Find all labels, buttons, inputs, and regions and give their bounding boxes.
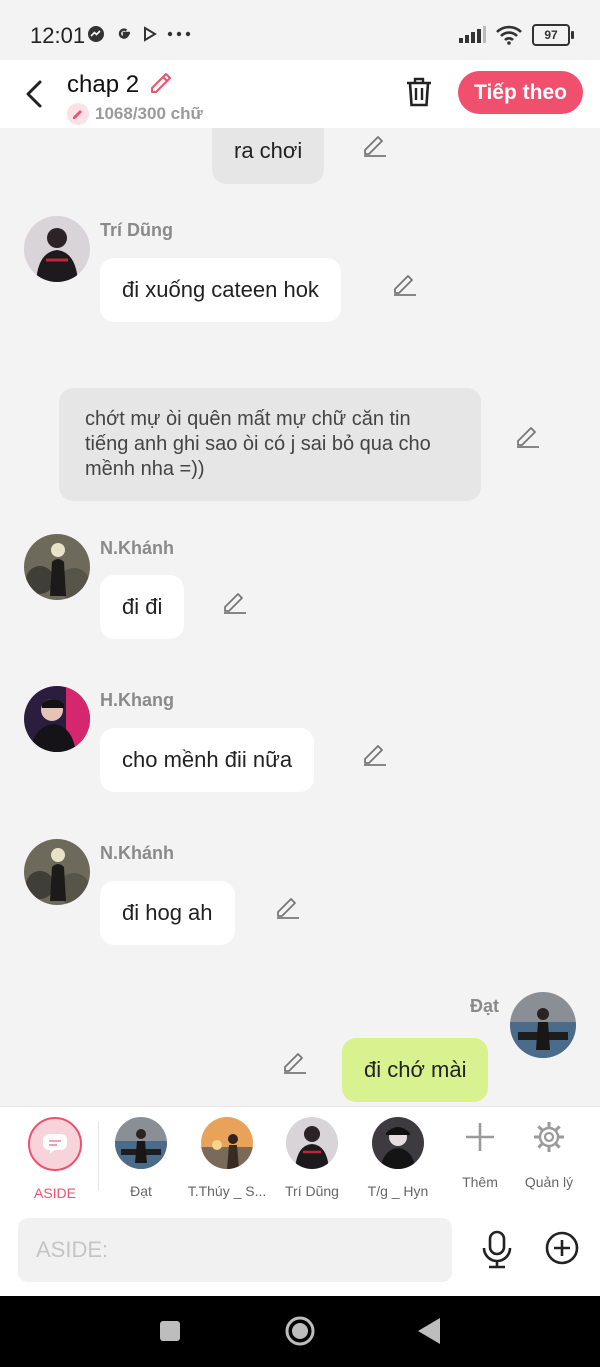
notification-icons: [87, 25, 191, 43]
sender-name: Trí Dũng: [100, 220, 173, 240]
tab-tri-dung[interactable]: Trí Dũng: [267, 1117, 357, 1199]
google-icon: [118, 28, 130, 39]
signal-icon: [459, 26, 486, 43]
battery-indicator: 97: [532, 24, 574, 46]
pencil-badge-icon: [67, 103, 89, 125]
avatar-n-khanh[interactable]: [24, 534, 90, 600]
character-selector: ASIDE Đạt T.Thúy _ S... Trí Dũng T/g _ H…: [0, 1106, 600, 1207]
home-button-icon[interactable]: [284, 1315, 316, 1347]
message-text: đi hog ah: [122, 900, 213, 925]
recents-button-icon[interactable]: [158, 1319, 182, 1343]
message-text: cho mềnh đii nữa: [122, 747, 293, 772]
message-text: ra chơi: [234, 138, 303, 163]
tab-label: T/g _ Hyn: [367, 1183, 429, 1199]
word-count-row: 1068/300 chữ: [67, 103, 203, 125]
avatar-n-khanh[interactable]: [24, 839, 90, 905]
edit-pencil-icon[interactable]: [362, 740, 388, 766]
tab-label: Quản lý: [524, 1174, 574, 1190]
tab-label: ASIDE: [33, 1185, 76, 1201]
system-icons: 97: [458, 24, 574, 46]
tab-label: Trí Dũng: [285, 1183, 339, 1199]
edit-title-pencil-icon[interactable]: [148, 68, 174, 94]
tab-label: Đạt: [130, 1183, 152, 1199]
system-navigation-bar: [0, 1296, 600, 1367]
composer: [0, 1206, 600, 1296]
avatar: [286, 1117, 338, 1169]
edit-pencil-icon[interactable]: [222, 588, 248, 614]
sender-name: N.Khánh: [100, 843, 174, 863]
tab-label: T.Thúy _ S...: [187, 1183, 267, 1199]
status-time: 12:01: [30, 23, 86, 48]
microphone-icon[interactable]: [480, 1230, 514, 1270]
avatar-tri-dung[interactable]: [24, 216, 90, 282]
avatar-h-khang[interactable]: [24, 686, 90, 752]
more-dots-icon: [167, 31, 191, 37]
title-block: chap 2 1068/300 chữ: [67, 68, 203, 125]
chat-area[interactable]: ra chơi Trí Dũng đi xuống cateen hok chớ…: [0, 128, 600, 1106]
edit-pencil-icon[interactable]: [362, 131, 388, 157]
messenger-icon: [88, 26, 104, 42]
tab-manage[interactable]: Quản lý: [504, 1117, 594, 1190]
word-counter: 1068/300 chữ: [95, 104, 203, 123]
chapter-title[interactable]: chap 2: [67, 71, 139, 99]
edit-pencil-icon[interactable]: [515, 422, 541, 448]
message-input[interactable]: [18, 1218, 452, 1282]
add-circle-icon[interactable]: [544, 1230, 580, 1266]
avatar: [201, 1117, 253, 1169]
edit-pencil-icon[interactable]: [392, 270, 418, 296]
message-bubble[interactable]: đi hog ah: [100, 881, 235, 945]
tab-tg-hyn[interactable]: T/g _ Hyn: [353, 1117, 443, 1199]
avatar: [115, 1117, 167, 1169]
message-text: đi xuống cateen hok: [122, 277, 319, 302]
aside-icon: [28, 1117, 82, 1171]
back-arrow-icon[interactable]: [20, 76, 50, 112]
back-button-icon[interactable]: [416, 1316, 442, 1346]
aside-bubble[interactable]: chớt mự òi quên mất mự chữ căn tin tiếng…: [59, 388, 481, 501]
message-bubble[interactable]: đi đi: [100, 575, 185, 639]
message-text: chớt mự òi quên mất mự chữ căn tin tiếng…: [85, 408, 431, 480]
message-text: đi đi: [122, 594, 163, 619]
aside-bubble[interactable]: ra chơi: [212, 128, 325, 184]
tab-aside[interactable]: ASIDE: [10, 1117, 100, 1201]
sender-name: H.Khang: [100, 690, 174, 710]
plus-icon: [466, 1123, 494, 1151]
sender-name: N.Khánh: [100, 538, 174, 558]
avatar: [372, 1117, 424, 1169]
play-icon: [144, 26, 157, 42]
sender-name: Đạt: [470, 996, 500, 1016]
message-bubble[interactable]: cho mềnh đii nữa: [100, 728, 315, 792]
wifi-icon: [496, 25, 522, 45]
tab-t-thuy[interactable]: T.Thúy _ S...: [182, 1117, 272, 1199]
avatar-dat[interactable]: [510, 992, 576, 1058]
own-message-bubble[interactable]: đi chớ mài: [342, 1038, 489, 1102]
next-button[interactable]: Tiếp theo: [458, 71, 583, 114]
trash-icon[interactable]: [404, 76, 434, 108]
message-text: đi chớ mài: [364, 1057, 467, 1082]
editor-header: chap 2 1068/300 chữ Tiếp theo: [0, 60, 600, 128]
tab-dat[interactable]: Đạt: [96, 1117, 186, 1199]
gear-icon: [534, 1122, 564, 1152]
edit-pencil-icon[interactable]: [275, 893, 301, 919]
message-bubble[interactable]: đi xuống cateen hok: [100, 258, 341, 322]
edit-pencil-icon[interactable]: [282, 1048, 308, 1074]
